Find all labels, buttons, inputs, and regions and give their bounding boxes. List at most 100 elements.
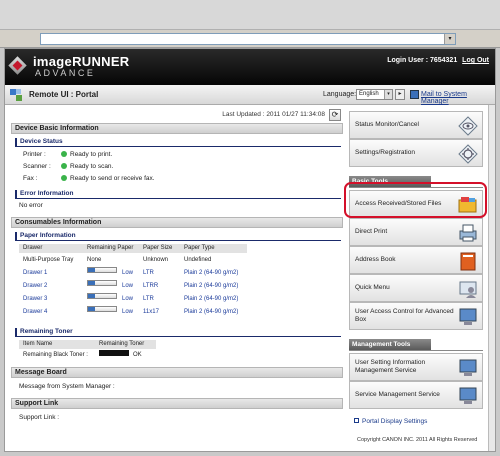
paper-size-cell: LTR — [143, 270, 154, 276]
refresh-button[interactable]: ⟳ — [329, 109, 341, 121]
address-dropdown-button[interactable]: ▾ — [444, 34, 455, 44]
col-remaining-toner: Remaining Toner — [99, 341, 145, 347]
drawer-cell: Drawer 4 — [23, 309, 48, 315]
status-ok-icon — [61, 175, 67, 181]
scanner-status: Ready to scan. — [61, 162, 113, 171]
paper-type-cell: Plain 2 (64-90 g/m2) — [184, 283, 239, 289]
printer-icon — [459, 224, 477, 242]
language-select[interactable]: English ▾ — [356, 89, 393, 100]
col-drawer: Drawer — [23, 245, 43, 251]
drawer-cell: Drawer 2 — [23, 283, 48, 289]
browser-toolbar — [0, 0, 500, 30]
chevron-down-icon: ▾ — [384, 90, 392, 99]
paper-size-cell: 11x17 — [143, 309, 159, 315]
table-row: Multi-Purpose Tray None Unknown Undefined — [19, 254, 339, 267]
portal-titlebar: Remote UI : Portal Language: English ▾ ▸… — [5, 85, 495, 105]
copyright-text: Copyright CANON INC. 2011 All Rights Res… — [357, 437, 478, 443]
status-monitor-label: Status Monitor/Cancel — [355, 121, 419, 128]
logout-link[interactable]: Log Out — [462, 57, 489, 64]
eye-icon — [458, 116, 478, 136]
scanner-label: Scanner : — [23, 163, 51, 170]
col-paper-size: Paper Size — [143, 245, 173, 251]
login-user-label: Login User : 7654321 — [387, 57, 458, 64]
portal-display-settings-link[interactable]: Portal Display Settings — [354, 418, 427, 425]
paper-level-fill — [88, 294, 95, 298]
mail-icon[interactable] — [410, 90, 419, 99]
paper-size-cell: LTRR — [143, 283, 159, 289]
service-management-label: Service Management Service — [355, 391, 440, 398]
status-ok-icon — [61, 163, 67, 169]
col-paper-type: Paper Type — [184, 245, 215, 251]
paper-size-cell: Unknown — [143, 257, 169, 263]
col-item-name: Item Name — [23, 341, 53, 347]
user-setting-info-button[interactable]: User Setting Information Management Serv… — [349, 353, 483, 381]
last-updated-row: Last Updated : 2011 01/27 11:34:08 ⟳ — [222, 109, 341, 121]
device-basic-info-header: Device Basic Information — [11, 123, 343, 134]
remaining-paper-cell: Low — [122, 283, 134, 289]
remaining-paper-cell: Low — [122, 270, 134, 276]
language-apply-button[interactable]: ▸ — [395, 89, 405, 100]
table-row: Drawer 2 Low LTRR Plain 2 (64-90 g/m2) — [19, 280, 339, 293]
address-book-button[interactable]: Address Book — [349, 246, 483, 274]
table-row: Drawer 1 Low LTR Plain 2 (64-90 g/m2) — [19, 267, 339, 280]
remaining-paper-cell: Low — [122, 309, 134, 315]
toner-value: OK — [133, 352, 142, 358]
message-board-header: Message Board — [11, 367, 343, 378]
error-value: No error — [19, 202, 43, 209]
error-info-header: Error Information — [15, 190, 341, 199]
page-title: Remote UI : Portal — [29, 90, 99, 99]
monitor-icon — [459, 359, 477, 376]
user-access-control-label: User Access Control for Advanced Box — [355, 308, 454, 323]
printer-status-row: Printer : — [23, 150, 46, 159]
col-remaining-paper: Remaining Paper — [87, 245, 134, 251]
settings-registration-button[interactable]: Settings/Registration — [349, 139, 483, 167]
remaining-paper-cell: Low — [122, 296, 134, 302]
paper-level-bar — [87, 280, 117, 286]
user-access-control-button[interactable]: User Access Control for Advanced Box — [349, 302, 483, 330]
direct-print-label: Direct Print — [355, 228, 388, 235]
expand-box-icon — [354, 418, 359, 423]
quick-menu-label: Quick Menu — [355, 284, 390, 291]
fax-status-value: Ready to send or receive fax. — [70, 175, 155, 182]
drawer-cell: Multi-Purpose Tray — [23, 257, 74, 263]
monitor-icon — [459, 387, 477, 404]
paper-level-fill — [88, 307, 95, 311]
support-link-line: Support Link : — [19, 414, 60, 421]
remote-ui-page: imageRUNNER ADVANCE Login User : 7654321… — [4, 48, 496, 452]
paper-level-fill — [88, 268, 95, 272]
paper-type-cell: Undefined — [184, 257, 212, 263]
direct-print-button[interactable]: Direct Print — [349, 218, 483, 246]
printer-status: Ready to print. — [61, 150, 112, 159]
mail-to-system-manager-link[interactable]: Mail to System Manager — [421, 91, 495, 105]
address-bar-row: ▾ — [0, 30, 500, 48]
paper-level-fill — [88, 281, 95, 285]
paper-level-bar — [87, 293, 117, 299]
last-updated-text: Last Updated : 2011 01/27 11:34:08 — [222, 111, 325, 118]
toner-table-header: Item Name Remaining Toner — [19, 340, 156, 349]
service-management-button[interactable]: Service Management Service — [349, 381, 483, 409]
person-icon — [459, 281, 477, 298]
consumables-header: Consumables Information — [11, 217, 343, 228]
paper-type-cell: Plain 2 (64-90 g/m2) — [184, 270, 239, 276]
management-tools-divider — [349, 350, 483, 351]
language-label: Language: — [323, 91, 357, 98]
status-monitor-button[interactable]: Status Monitor/Cancel — [349, 111, 483, 139]
printer-label: Printer : — [23, 151, 46, 158]
settings-highlight-circle — [344, 182, 487, 218]
settings-registration-label: Settings/Registration — [355, 149, 415, 156]
address-combo[interactable]: ▾ — [40, 33, 456, 45]
header-banner: imageRUNNER ADVANCE Login User : 7654321… — [5, 49, 495, 85]
management-tools-header: Management Tools — [349, 339, 431, 350]
paper-info-header: Paper Information — [15, 232, 341, 241]
quick-menu-button[interactable]: Quick Menu — [349, 274, 483, 302]
gear-icon — [458, 144, 478, 164]
login-info: Login User : 7654321 Log Out — [387, 57, 489, 64]
fax-label: Fax : — [23, 175, 38, 182]
portal-display-settings-label: Portal Display Settings — [362, 418, 428, 425]
portal-icon — [10, 89, 22, 101]
support-link-header: Support Link — [11, 398, 343, 409]
vertical-scrollbar[interactable] — [488, 105, 495, 451]
toner-level-bar — [99, 350, 129, 356]
remaining-toner-header: Remaining Toner — [15, 328, 341, 337]
printer-status-value: Ready to print. — [70, 151, 113, 158]
